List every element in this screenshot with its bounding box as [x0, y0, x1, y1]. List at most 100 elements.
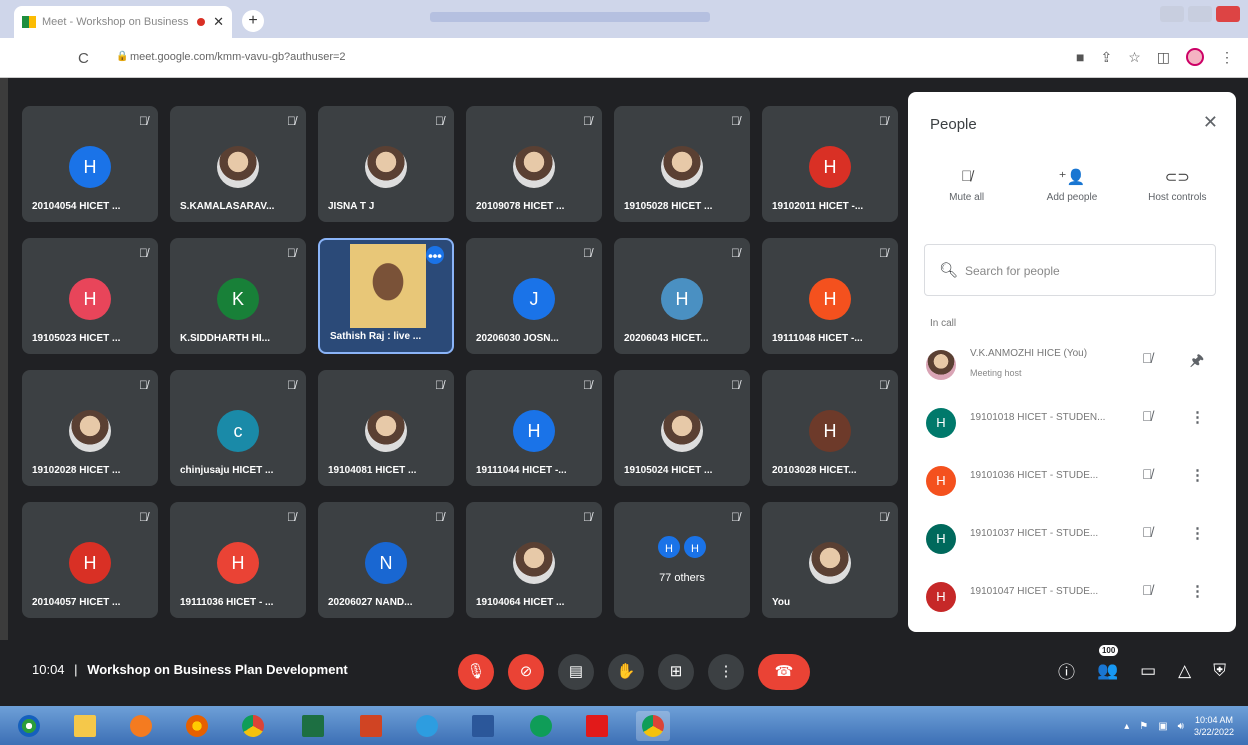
- list-item[interactable]: H 19101037 HICET - STUDE... 🎙̸ ⋮: [908, 512, 1236, 564]
- network-icon[interactable]: ▣: [1158, 721, 1167, 732]
- call-controls: 🎙 ⊘ ▤ ✋ ⊞ ⋮ ☎: [458, 654, 810, 690]
- lock-icon[interactable]: 🔒: [116, 51, 128, 62]
- edge-taskbar-button[interactable]: [524, 711, 558, 741]
- participant-tile[interactable]: 🎙̸ 19104064 HICET ...: [466, 502, 602, 618]
- meeting-title: Workshop on Business Plan Development: [87, 662, 348, 677]
- word-taskbar-button[interactable]: [466, 711, 500, 741]
- chat-icon[interactable]: ▭: [1140, 661, 1156, 681]
- participant-tile[interactable]: 🎙̸ 19102028 HICET ...: [22, 370, 158, 486]
- chrome-active-taskbar-button[interactable]: [636, 711, 670, 741]
- participant-tile[interactable]: 🎙̸ H 20103028 HICET...: [762, 370, 898, 486]
- star-icon[interactable]: ☆: [1128, 49, 1141, 66]
- participant-tile[interactable]: 🎙̸ H 20104057 HICET ...: [22, 502, 158, 618]
- tray-expand-icon[interactable]: ▴: [1124, 721, 1129, 732]
- muted-mic-icon: 🎙̸: [731, 378, 740, 392]
- host-controls-button[interactable]: ⊂⊃ Host controls: [1132, 168, 1222, 203]
- participant-tile[interactable]: 🎙̸ 19104081 HICET ...: [318, 370, 454, 486]
- people-button[interactable]: 100 👥: [1097, 644, 1119, 681]
- captions-button[interactable]: ▤: [558, 654, 594, 690]
- media-player-taskbar-button[interactable]: [124, 711, 158, 741]
- taskbar-clock[interactable]: 10:04 AM 3/22/2022: [1194, 714, 1234, 738]
- participant-tile[interactable]: 🎙̸ K K.SIDDHARTH HI...: [170, 238, 306, 354]
- participant-tile[interactable]: 🎙̸ c chinjusaju HICET ...: [170, 370, 306, 486]
- list-item[interactable]: H 19101036 HICET - STUDE... 🎙̸ ⋮: [908, 454, 1236, 506]
- host-controls-shield-icon[interactable]: ⛨: [1213, 661, 1226, 681]
- more-options-button[interactable]: ⋮: [708, 654, 744, 690]
- mic-off-icon[interactable]: 🎙̸: [1142, 582, 1153, 598]
- list-item[interactable]: H 19101018 HICET - STUDEN... 🎙̸ ⋮: [908, 396, 1236, 448]
- chrome-taskbar-button[interactable]: [236, 711, 270, 741]
- participant-tile[interactable]: 🎙̸ H H 77 others: [614, 502, 750, 618]
- acrobat-icon: [586, 715, 608, 737]
- firefox-taskbar-button[interactable]: [180, 711, 214, 741]
- muted-mic-icon: 🎙̸: [435, 378, 444, 392]
- participant-tile[interactable]: 🎙̸ H 19105023 HICET ...: [22, 238, 158, 354]
- participant-tile[interactable]: 🎙̸ H 20104054 HICET ...: [22, 106, 158, 222]
- mic-off-icon[interactable]: 🎙̸: [1142, 408, 1153, 424]
- profile-avatar[interactable]: [1186, 48, 1204, 66]
- powerpoint-taskbar-button[interactable]: [354, 711, 388, 741]
- participant-tile[interactable]: 🎙̸ 19105028 HICET ...: [614, 106, 750, 222]
- list-item[interactable]: H 19101047 HICET - STUDE... 🎙̸ ⋮: [908, 570, 1236, 622]
- muted-mic-icon: 🎙̸: [139, 246, 148, 260]
- excel-taskbar-button[interactable]: [296, 711, 330, 741]
- volume-icon[interactable]: 🔊︎: [1178, 721, 1184, 732]
- mic-toggle-button[interactable]: 🎙: [458, 654, 494, 690]
- leave-call-button[interactable]: ☎: [758, 654, 810, 690]
- sidepanel-icon[interactable]: ◫: [1157, 49, 1170, 66]
- list-item[interactable]: V.K.ANMOZHI HICE (You) Meeting host 🎙̸ 🖈: [908, 338, 1236, 390]
- more-vert-icon[interactable]: ⋮: [1190, 408, 1205, 426]
- participant-tile[interactable]: ⦁⦁⦁ Sathish Raj : live ...: [318, 238, 454, 354]
- share-icon[interactable]: ⇪: [1100, 49, 1112, 66]
- camera-indicator-icon[interactable]: ■: [1076, 49, 1084, 65]
- participant-tile[interactable]: 🎙̸ N 20206027 NAND...: [318, 502, 454, 618]
- participant-tile[interactable]: 🎙̸ You: [762, 502, 898, 618]
- mic-off-icon[interactable]: 🎙̸: [1142, 524, 1153, 540]
- participant-name: 19101037 HICET - STUDE...: [970, 528, 1099, 539]
- participant-tile[interactable]: 🎙̸ 20109078 HICET ...: [466, 106, 602, 222]
- new-tab-button[interactable]: +: [242, 10, 264, 32]
- browser-tab[interactable]: Meet - Workshop on Business ✕: [14, 6, 232, 38]
- pin-icon[interactable]: 🖈: [1190, 350, 1204, 375]
- maximize-button[interactable]: [1188, 6, 1212, 22]
- captions-icon: ▤: [568, 663, 584, 680]
- meet-control-bar: 10:04 | Workshop on Business Plan Develo…: [0, 640, 1248, 706]
- flag-icon[interactable]: ⚑: [1139, 721, 1148, 732]
- more-vert-icon[interactable]: ⋮: [1190, 582, 1205, 600]
- participant-tile[interactable]: 🎙̸ H 19111044 HICET -...: [466, 370, 602, 486]
- participant-tile[interactable]: 🎙̸ H 19111036 HICET - ...: [170, 502, 306, 618]
- close-window-button[interactable]: [1216, 6, 1240, 22]
- mute-all-button[interactable]: 🎙̸ Mute all: [922, 168, 1012, 203]
- present-button[interactable]: ⊞: [658, 654, 694, 690]
- avatar: H: [69, 278, 111, 320]
- ie-taskbar-button[interactable]: [410, 711, 444, 741]
- people-search-field[interactable]: 🔍︎ Search for people: [924, 244, 1216, 296]
- start-button[interactable]: [12, 711, 46, 741]
- add-people-button[interactable]: ⁺👤 Add people: [1027, 168, 1117, 203]
- camera-toggle-button[interactable]: ⊘: [508, 654, 544, 690]
- more-vert-icon[interactable]: ⋮: [1190, 524, 1205, 542]
- participant-tile[interactable]: 🎙̸ H 19102011 HICET -...: [762, 106, 898, 222]
- participant-tile[interactable]: 🎙̸ S.KAMALASARAV...: [170, 106, 306, 222]
- acrobat-taskbar-button[interactable]: [580, 711, 614, 741]
- participant-tile[interactable]: 🎙̸ J 20206030 JOSN...: [466, 238, 602, 354]
- reload-icon[interactable]: C: [78, 50, 89, 67]
- minimize-button[interactable]: [1160, 6, 1184, 22]
- raise-hand-button[interactable]: ✋: [608, 654, 644, 690]
- mic-off-icon[interactable]: 🎙̸: [1142, 466, 1153, 482]
- close-panel-icon[interactable]: ✕: [1203, 112, 1218, 133]
- activities-icon[interactable]: △: [1178, 661, 1191, 681]
- url-field[interactable]: meet.google.com/kmm-vavu-gb?authuser=2: [130, 51, 346, 63]
- participant-tile[interactable]: 🎙̸ 19105024 HICET ...: [614, 370, 750, 486]
- participant-tile[interactable]: 🎙̸ H 20206043 HICET...: [614, 238, 750, 354]
- meeting-info-icon[interactable]: ⓘ: [1058, 658, 1075, 683]
- explorer-taskbar-button[interactable]: [68, 711, 102, 741]
- participant-tile[interactable]: 🎙̸ JISNA T J: [318, 106, 454, 222]
- participant-tile[interactable]: 🎙̸ H 19111048 HICET -...: [762, 238, 898, 354]
- close-tab-icon[interactable]: ✕: [213, 14, 224, 30]
- more-vert-icon[interactable]: ⋮: [1190, 466, 1205, 484]
- menu-icon[interactable]: ⋮: [1220, 49, 1234, 66]
- meeting-details[interactable]: 10:04 | Workshop on Business Plan Develo…: [32, 662, 348, 677]
- mic-off-icon[interactable]: 🎙̸: [1142, 350, 1153, 366]
- clock-date: 3/22/2022: [1193, 727, 1234, 737]
